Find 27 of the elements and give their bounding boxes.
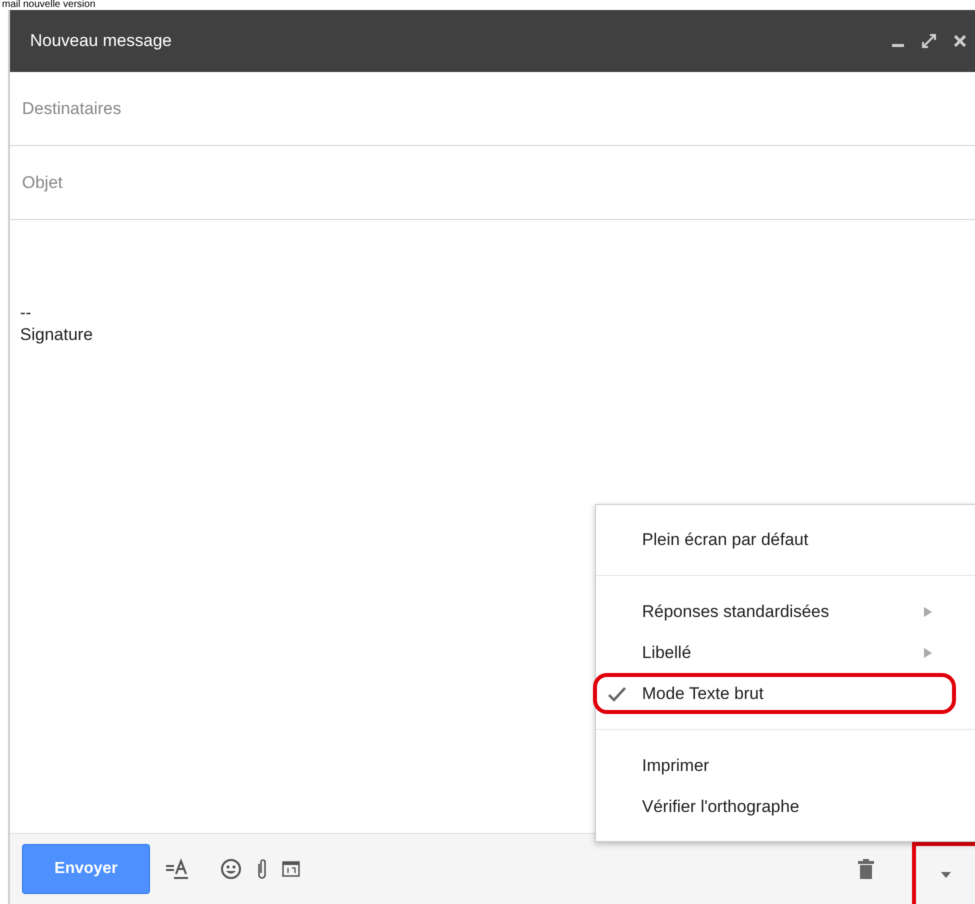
menu-item-label: Vérifier l'orthographe: [642, 796, 800, 816]
submenu-arrow-icon: [924, 606, 932, 616]
menu-item[interactable]: Libellé: [593, 632, 956, 673]
window-title: Nouveau message: [30, 31, 173, 51]
menu-item-label: Imprimer: [642, 756, 710, 776]
body-text: --: [20, 302, 32, 324]
menu-item[interactable]: Vérifier l'orthographe: [593, 786, 956, 827]
menu-item-label: Plein écran par défaut: [642, 530, 810, 550]
menu-item-label: Mode Texte brut: [642, 684, 765, 704]
menu-item[interactable]: Imprimer: [593, 745, 956, 786]
text-format-icon[interactable]: [164, 858, 190, 880]
menu-item-label: Libellé: [642, 642, 692, 662]
checkmark-icon: [607, 686, 627, 702]
smiley-icon[interactable]: [220, 858, 242, 880]
close-icon[interactable]: [953, 34, 967, 48]
paperclip-icon[interactable]: [256, 858, 268, 880]
calendar-icon[interactable]: [282, 860, 300, 878]
menu-item[interactable]: Réponses standardisées: [593, 591, 956, 632]
menu-item[interactable]: Plein écran par défaut: [593, 519, 956, 560]
body-text: Signature: [20, 324, 94, 346]
submenu-arrow-icon: [924, 648, 932, 658]
menu-item[interactable]: Mode Texte brut: [593, 673, 956, 714]
menu-item-label: Réponses standardisées: [642, 602, 830, 622]
trash-icon[interactable]: [858, 859, 874, 879]
page-heading: mail nouvelle version: [1, 0, 96, 10]
caret-icon: [940, 872, 950, 878]
expand-icon[interactable]: [921, 33, 937, 49]
